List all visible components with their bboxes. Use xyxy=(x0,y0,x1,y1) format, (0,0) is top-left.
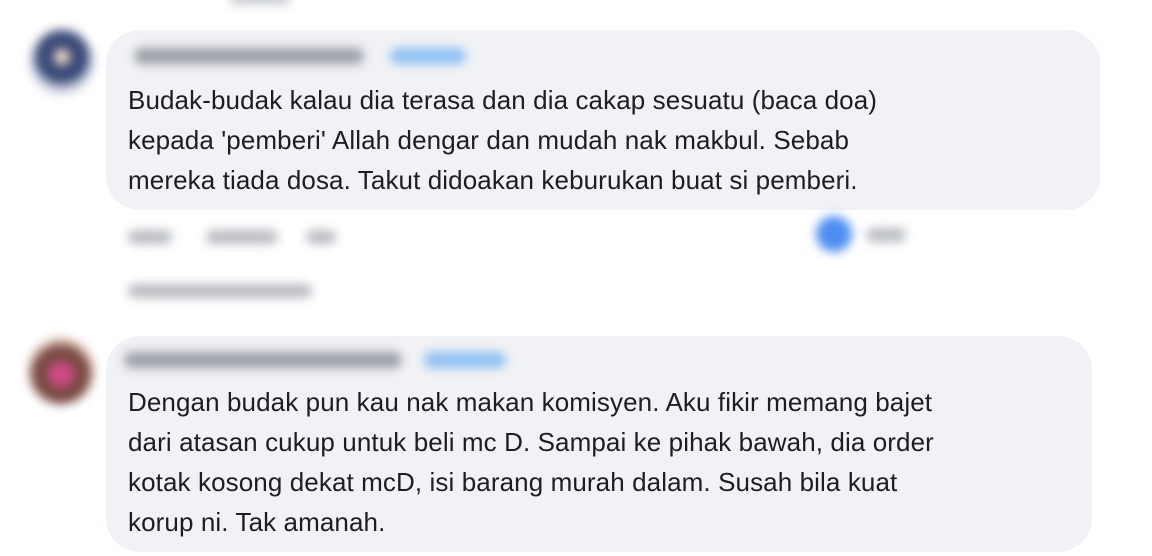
avatar[interactable] xyxy=(30,30,94,94)
avatar[interactable] xyxy=(28,338,94,404)
comment-text: Budak-budak kalau dia terasa dan dia cak… xyxy=(128,85,878,195)
reply-action[interactable] xyxy=(206,230,278,244)
follow-link[interactable] xyxy=(390,48,466,64)
view-replies-link[interactable] xyxy=(128,284,312,298)
previous-comment-fragment xyxy=(230,0,290,4)
author-name[interactable] xyxy=(124,352,402,368)
like-reaction-icon[interactable] xyxy=(816,216,852,252)
like-action[interactable] xyxy=(128,230,172,244)
timestamp xyxy=(306,230,336,244)
author-name[interactable] xyxy=(134,48,364,64)
follow-link[interactable] xyxy=(424,352,506,368)
reaction-count xyxy=(866,228,906,242)
comment-text: Dengan budak pun kau nak makan komisyen.… xyxy=(128,387,934,537)
